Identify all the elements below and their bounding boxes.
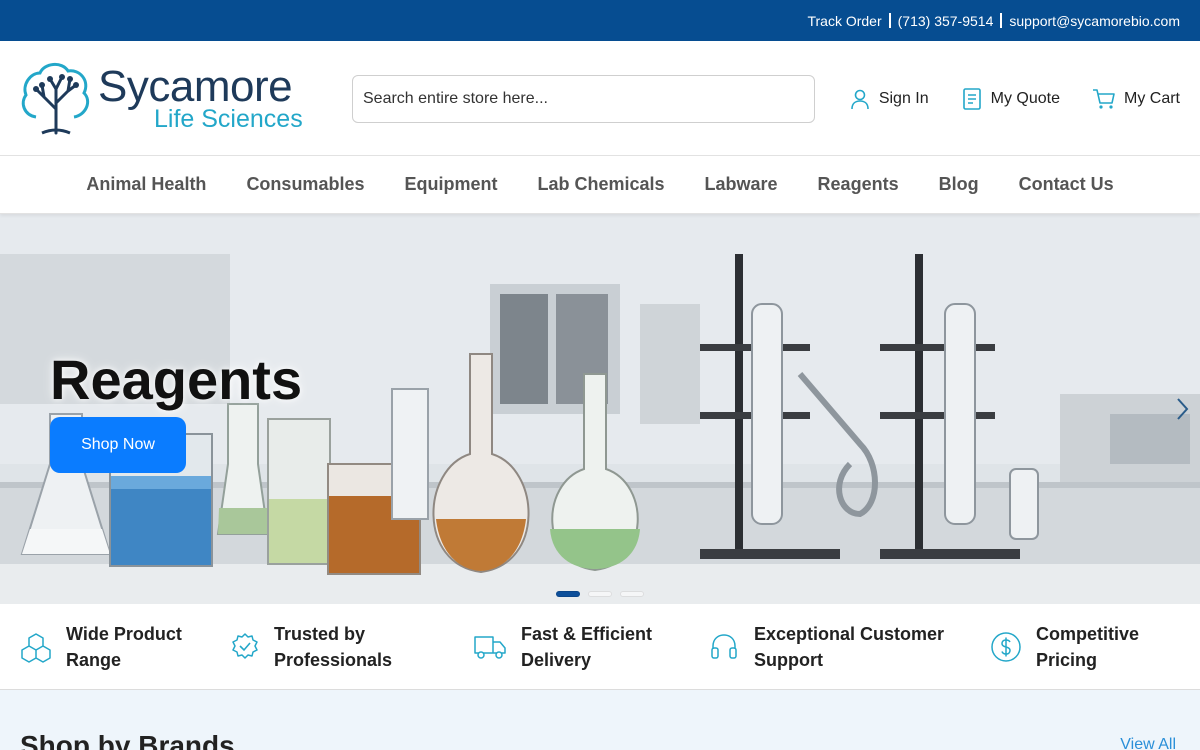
chevron-right-icon[interactable] [1172,394,1192,424]
cubes-icon [21,632,51,663]
user-icon [851,89,869,109]
nav-item-consumables[interactable]: Consumables [246,174,364,195]
sign-in-label: Sign In [878,89,929,107]
feature-line: Competitive [1036,623,1140,644]
search-input[interactable] [352,75,815,123]
nav-item-reagents[interactable]: Reagents [818,174,899,195]
logo-wordmark: Sycamore [98,61,293,111]
header-links: Sign In My Quote My Cart [849,41,1180,156]
track-order-link[interactable]: Track Order [807,13,881,29]
feature-trusted-by-professionals: Trusted by Professionals [230,621,473,673]
feature-line: Range [66,649,122,670]
logo[interactable]: Sycamore Life Sciences [20,58,320,138]
logo-subtitle: Life Sciences [154,104,303,133]
feature-line: Professionals [274,649,393,670]
nav-item-blog[interactable]: Blog [939,174,979,195]
nav-item-labware[interactable]: Labware [705,174,778,195]
feature-line: Wide Product [66,623,182,644]
features-bar: Wide Product Range Trusted by Profession… [0,604,1200,690]
phone-link[interactable]: (713) 357-9514 [898,13,994,29]
carousel-dots [556,591,644,597]
feature-line: Exceptional Customer [754,623,945,644]
nav-item-contact-us[interactable]: Contact Us [1019,174,1114,195]
headset-icon [711,633,737,659]
main-nav: Animal Health Consumables Equipment Lab … [0,156,1200,214]
document-icon [962,87,981,110]
sign-in-link[interactable]: Sign In [849,88,929,110]
nav-item-lab-chemicals[interactable]: Lab Chemicals [537,174,664,195]
feature-fast-delivery: Fast & Efficient Delivery [473,621,708,673]
feature-line: Trusted by [274,623,366,644]
feature-wide-product-range: Wide Product Range [20,621,230,673]
section-title: Shop by Brands [20,730,235,750]
feature-customer-support: Exceptional Customer Support [708,621,990,673]
dollar-circle-icon [991,631,1021,662]
carousel-dot[interactable] [588,591,612,597]
my-quote-label: My Quote [990,89,1060,107]
view-all-link[interactable]: View All [1120,736,1176,750]
my-quote-link[interactable]: My Quote [961,87,1060,111]
cart-icon [1093,88,1115,109]
feature-competitive-pricing: Competitive Pricing [990,621,1139,673]
divider [1000,13,1003,28]
carousel-dot[interactable] [556,591,580,597]
carousel-dot[interactable] [620,591,644,597]
hero-title: Reagents [50,348,303,411]
shop-now-button[interactable]: Shop Now [50,417,186,473]
email-link[interactable]: support@sycamorebio.com [1009,13,1180,29]
feature-line: Fast & Efficient [521,623,653,644]
badge-check-icon [232,632,258,659]
site-header: Sycamore Life Sciences Sign In My Quote [0,41,1200,156]
brands-section: Shop by Brands View All [0,690,1200,750]
divider [888,13,891,28]
my-cart-link[interactable]: My Cart [1092,88,1180,110]
feature-line: Delivery [521,649,592,670]
nav-item-animal-health[interactable]: Animal Health [86,174,206,195]
feature-line: Pricing [1036,649,1098,670]
my-cart-label: My Cart [1124,89,1180,107]
top-bar: Track Order (713) 357-9514 support@sycam… [0,0,1200,41]
tree-logo-icon [21,63,90,135]
nav-item-equipment[interactable]: Equipment [404,174,497,195]
hero-banner: Reagents Shop Now [0,214,1200,604]
feature-line: Support [754,649,823,670]
truck-icon [474,635,506,659]
